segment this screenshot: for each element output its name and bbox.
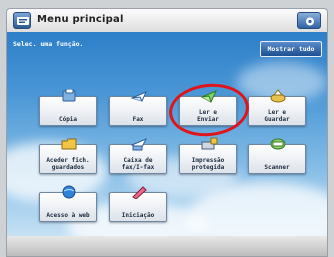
device-panel: Menu principal Selec. uma função. Mostra… [0, 0, 334, 257]
settings-button[interactable] [297, 12, 321, 29]
tile-fax[interactable]: Fax [109, 91, 167, 126]
secure-print-icon [200, 136, 218, 150]
instruction-text: Selec. uma função. [13, 40, 84, 48]
web-icon [60, 184, 78, 199]
tile-label: Cópia [58, 116, 78, 123]
tile-web-access[interactable]: Acesso à web [39, 185, 97, 222]
fax-inbox-icon [130, 136, 148, 151]
tile-fax-inbox[interactable]: Caixa de fax/I-fax [109, 138, 167, 174]
tile-scanner[interactable]: Scanner [248, 138, 306, 174]
tile-label: Iniciação [121, 212, 155, 219]
scanner-icon [269, 136, 287, 150]
tile-label: Acesso à web [46, 212, 90, 219]
pen-icon [130, 184, 148, 200]
fax-icon [130, 88, 148, 102]
tile-label: Caixa de fax/I-fax [121, 157, 155, 171]
tile-label: Impressão protegida [191, 157, 225, 171]
title-bar: Menu principal [6, 8, 328, 32]
tile-label: Scanner [264, 164, 290, 171]
window-title: Menu principal [37, 14, 124, 25]
folder-icon [60, 136, 78, 150]
status-bar [6, 236, 328, 257]
main-screen: Selec. uma função. Mostrar tudo Cópia Fa… [6, 32, 328, 236]
highlight-circle [166, 79, 252, 141]
tile-stored-files[interactable]: Aceder fich. guardados [39, 138, 97, 174]
tile-scan-store[interactable]: Ler e Guardar [248, 89, 306, 126]
tile-label: Fax [132, 116, 144, 123]
tile-copy[interactable]: Cópia [39, 88, 97, 126]
tile-label: Ler e Guardar [264, 109, 290, 123]
tile-label: Aceder fich. guardados [46, 157, 90, 171]
main-menu-icon [13, 12, 31, 29]
tile-startup[interactable]: Iniciação [109, 186, 167, 222]
scan-store-icon [269, 88, 287, 103]
copy-icon [60, 88, 78, 102]
show-all-button[interactable]: Mostrar tudo [260, 41, 322, 57]
tile-secure-print[interactable]: Impressão protegida [179, 137, 237, 174]
